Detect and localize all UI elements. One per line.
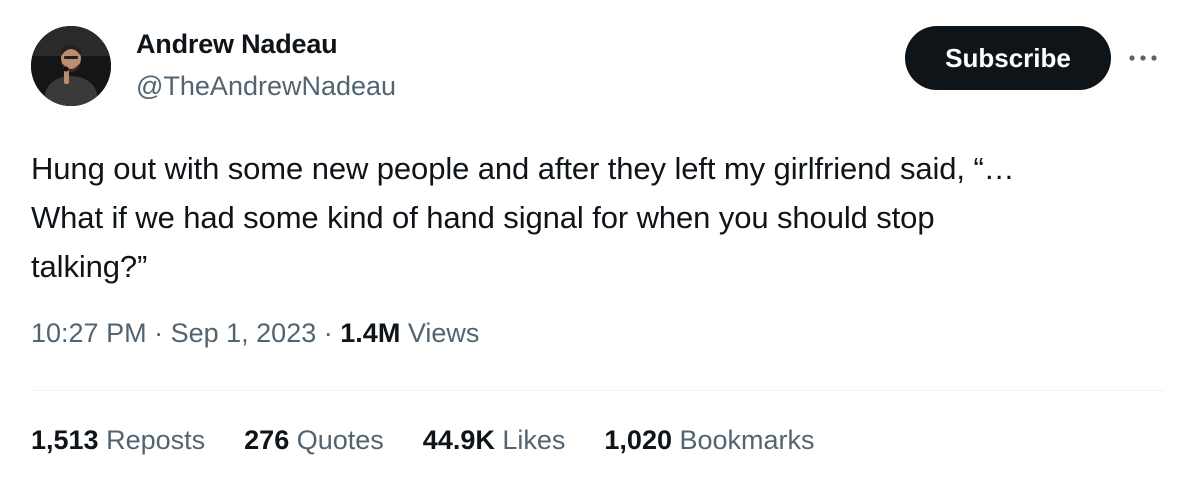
stat-reposts[interactable]: 1,513 Reposts: [31, 425, 205, 456]
author-handle[interactable]: @TheAndrewNadeau: [136, 71, 396, 102]
tweet-text-line: Hung out with some new people and after …: [31, 151, 1015, 186]
stat-count: 276: [244, 425, 290, 455]
stat-label: Quotes: [296, 425, 384, 455]
author-display-name[interactable]: Andrew Nadeau: [136, 29, 338, 60]
divider: [31, 390, 1164, 391]
avatar[interactable]: [31, 26, 111, 106]
views-label: Views: [407, 318, 480, 348]
tweet-text: Hung out with some new people and after …: [31, 144, 1171, 291]
tweet-text-line: What if we had some kind of hand signal …: [31, 200, 935, 235]
stat-count: 1,020: [604, 425, 672, 455]
stat-label: Reposts: [106, 425, 206, 455]
stat-label: Likes: [502, 425, 566, 455]
meta-separator: ·: [154, 318, 164, 348]
tweet-date[interactable]: Sep 1, 2023: [171, 318, 317, 348]
tweet-text-line: talking?”: [31, 249, 148, 284]
stat-count: 1,513: [31, 425, 99, 455]
subscribe-button[interactable]: Subscribe: [905, 26, 1111, 90]
tweet-time[interactable]: 10:27 PM: [31, 318, 147, 348]
avatar-photo: [31, 26, 111, 106]
stat-count: 44.9K: [422, 425, 495, 455]
views-count: 1.4M: [340, 318, 401, 348]
stat-label: Bookmarks: [679, 425, 815, 455]
engagement-stats: 1,513 Reposts 276 Quotes 44.9K Likes 1,0…: [31, 425, 815, 456]
stat-bookmarks[interactable]: 1,020 Bookmarks: [604, 425, 814, 456]
tweet-meta: 10:27 PM · Sep 1, 2023 · 1.4M Views: [31, 318, 479, 349]
meta-separator: ·: [323, 318, 333, 348]
more-horizontal-icon: [1129, 55, 1157, 61]
more-options-button[interactable]: [1125, 44, 1161, 72]
stat-likes[interactable]: 44.9K Likes: [423, 425, 566, 456]
stat-quotes[interactable]: 276 Quotes: [244, 425, 384, 456]
